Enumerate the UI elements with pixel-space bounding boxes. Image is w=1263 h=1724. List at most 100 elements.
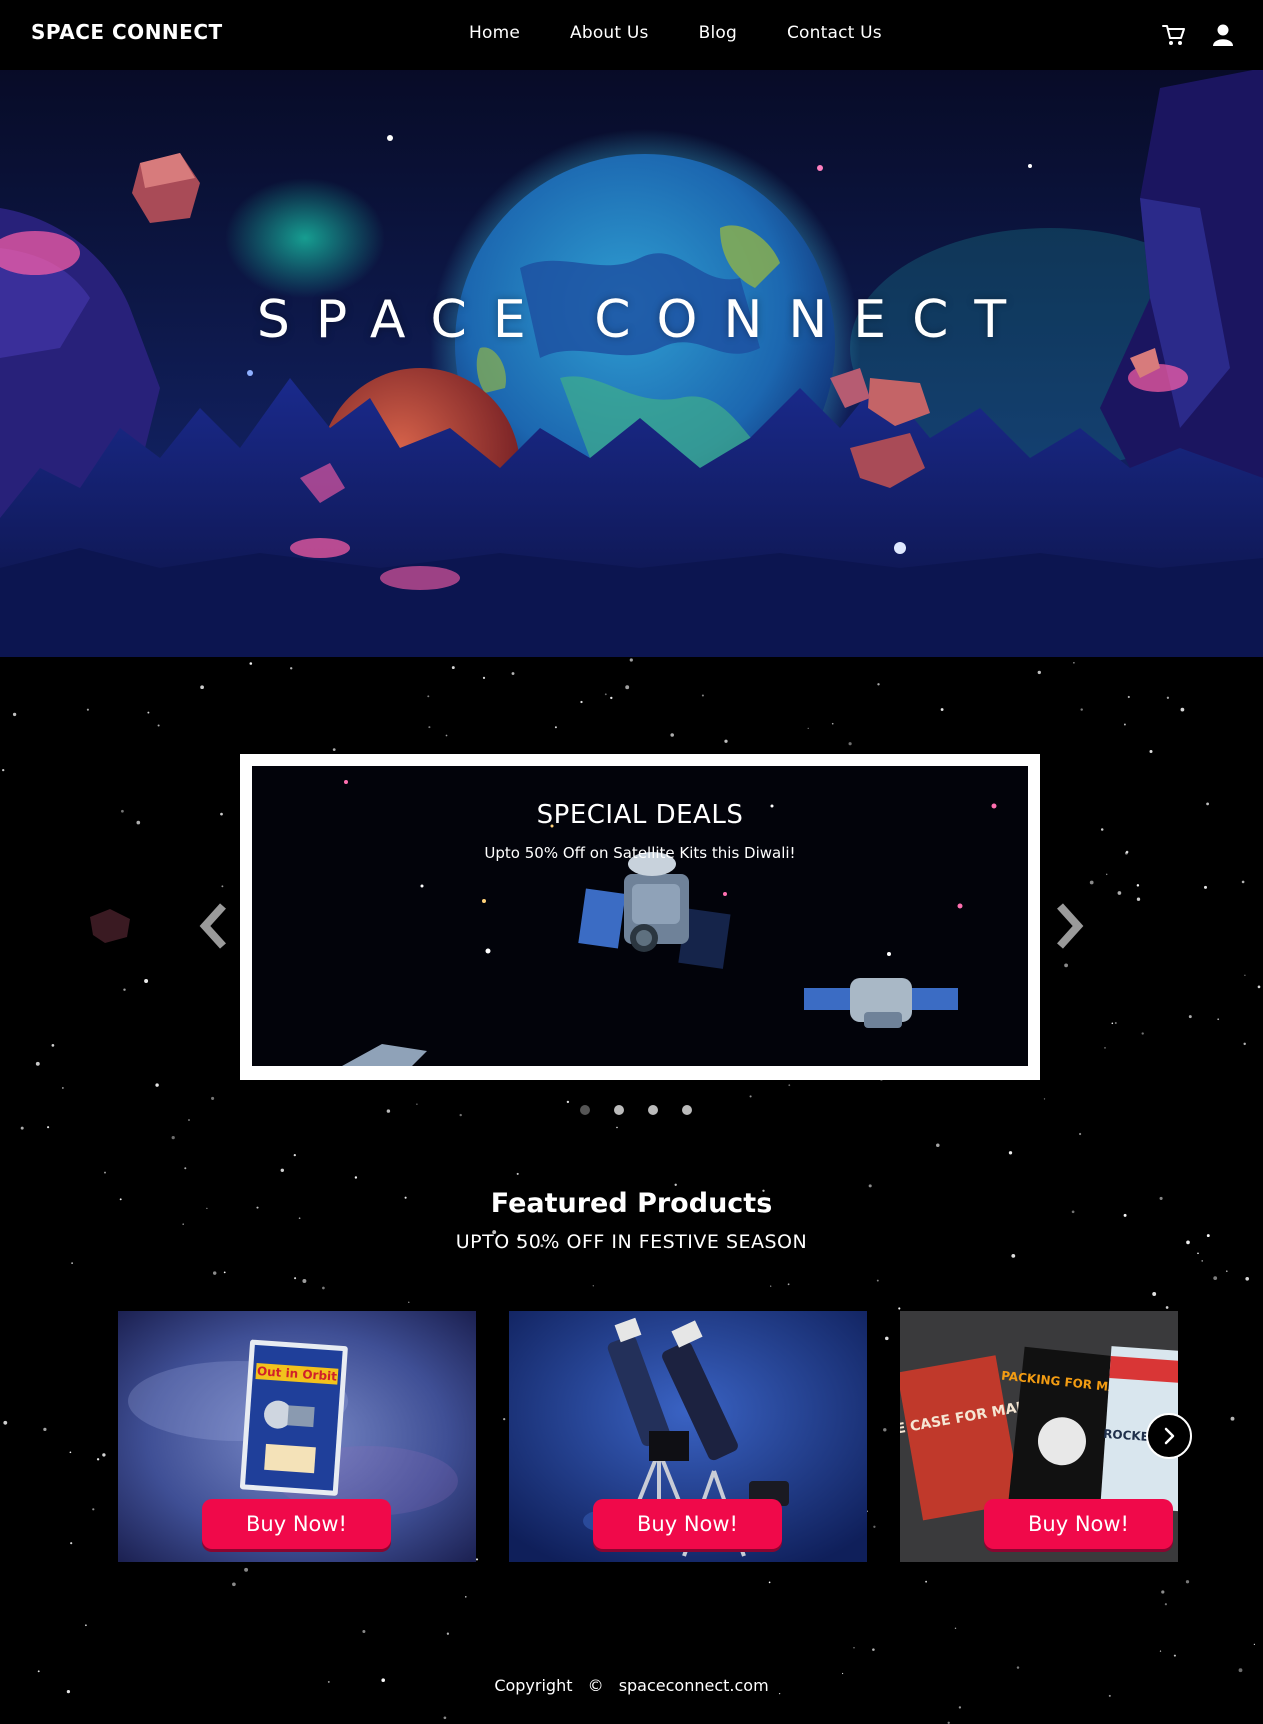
- carousel-prev-arrow[interactable]: [195, 900, 235, 952]
- star: [157, 724, 160, 727]
- buy-now-button-telescopes[interactable]: Buy Now!: [593, 1499, 782, 1549]
- brand-logo[interactable]: SPACE CONNECT: [31, 20, 223, 44]
- carousel-next-arrow[interactable]: [1048, 900, 1088, 952]
- hero-banner: SPACE CONNECT: [0, 48, 1263, 657]
- star: [853, 1647, 855, 1649]
- star: [43, 1427, 47, 1432]
- star: [482, 676, 486, 679]
- star: [877, 683, 880, 686]
- star: [1064, 963, 1068, 968]
- star: [516, 1172, 519, 1175]
- star: [244, 1567, 249, 1572]
- star: [1173, 1654, 1176, 1657]
- star: [220, 812, 223, 816]
- star: [580, 700, 583, 704]
- star: [670, 733, 674, 737]
- star: [1201, 1260, 1203, 1262]
- star: [749, 1095, 752, 1098]
- carousel-slide: SPECIAL DEALS Upto 50% Off on Satellite …: [252, 766, 1028, 1066]
- star: [249, 662, 253, 665]
- star: [1043, 1098, 1046, 1100]
- star: [221, 885, 224, 888]
- star: [451, 666, 455, 670]
- star: [144, 979, 149, 983]
- star: [1149, 749, 1153, 754]
- product-card-satellite-kit[interactable]: Out in Orbit Buy Now!: [118, 1311, 476, 1562]
- star: [1127, 695, 1130, 699]
- star: [47, 1126, 50, 1129]
- star: [1141, 1032, 1144, 1035]
- star: [1244, 974, 1246, 976]
- nav-link-about-us[interactable]: About Us: [570, 23, 649, 43]
- star: [1217, 1018, 1220, 1021]
- footer-domain-link[interactable]: spaceconnect.com: [619, 1676, 769, 1695]
- carousel-indicators: [580, 1105, 692, 1115]
- star: [1114, 1022, 1117, 1024]
- nav-link-contact-us[interactable]: Contact Us: [787, 23, 882, 43]
- star: [232, 1582, 236, 1587]
- star: [1230, 1416, 1235, 1421]
- star: [1011, 1253, 1016, 1258]
- star: [592, 1285, 594, 1287]
- product-carousel: Out in Orbit Buy Now! Buy Now! THE CASE …: [118, 1311, 1178, 1562]
- copyright-symbol: ©: [587, 1676, 604, 1695]
- star: [958, 1706, 962, 1709]
- footer: Copyright © spaceconnect.com: [0, 1676, 1263, 1695]
- star: [147, 711, 150, 714]
- nav-link-blog[interactable]: Blog: [699, 23, 737, 43]
- star: [354, 1176, 358, 1179]
- products-next-button[interactable]: [1146, 1413, 1192, 1459]
- star: [12, 712, 17, 717]
- star: [788, 1084, 791, 1087]
- nav-link-home[interactable]: Home: [469, 23, 520, 43]
- user-icon[interactable]: [1210, 22, 1236, 48]
- star: [408, 1301, 410, 1303]
- star: [1089, 880, 1094, 885]
- star: [443, 1716, 447, 1720]
- star: [898, 1307, 901, 1310]
- star: [807, 727, 809, 730]
- star: [842, 1672, 844, 1675]
- carousel-indicator-4[interactable]: [682, 1105, 692, 1115]
- star: [629, 658, 633, 662]
- star: [62, 1087, 64, 1089]
- star: [554, 726, 557, 729]
- star: [2, 768, 5, 772]
- star: [465, 1596, 467, 1598]
- star: [1079, 1132, 1082, 1136]
- star: [121, 809, 124, 813]
- star: [37, 1670, 40, 1673]
- hero-illustration: [0, 48, 1263, 657]
- buy-now-button-space-books[interactable]: Buy Now!: [984, 1499, 1173, 1549]
- star: [674, 1183, 677, 1186]
- star: [1008, 1151, 1013, 1155]
- star: [831, 722, 834, 725]
- star: [200, 685, 204, 690]
- carousel-indicator-3[interactable]: [648, 1105, 658, 1115]
- star: [701, 694, 704, 697]
- carousel-indicator-1[interactable]: [580, 1105, 590, 1115]
- top-navbar: SPACE CONNECT Home About Us Blog Contact…: [0, 0, 1263, 70]
- star: [416, 1103, 418, 1105]
- star: [954, 1627, 957, 1630]
- star: [1104, 1047, 1106, 1049]
- carousel-indicator-2[interactable]: [614, 1105, 624, 1115]
- cart-icon[interactable]: [1161, 22, 1187, 48]
- star: [1180, 707, 1185, 712]
- star: [770, 1285, 772, 1287]
- star: [71, 1262, 73, 1264]
- star: [1238, 1668, 1243, 1673]
- special-deals-carousel[interactable]: SPECIAL DEALS Upto 50% Off on Satellite …: [240, 754, 1040, 1080]
- buy-now-button-satellite-kit[interactable]: Buy Now!: [202, 1499, 391, 1549]
- star: [925, 1580, 927, 1583]
- product-card-space-books[interactable]: THE CASE FOR MARS PACKING FOR MARS ROCKE…: [900, 1311, 1178, 1562]
- copyright-label: Copyright: [494, 1676, 573, 1695]
- product-card-telescopes[interactable]: Buy Now!: [509, 1311, 867, 1562]
- star: [1117, 891, 1122, 895]
- star: [787, 1283, 790, 1286]
- nav-links: Home About Us Blog Contact Us: [469, 23, 932, 43]
- star: [1037, 670, 1041, 675]
- slide-title: SPECIAL DEALS: [536, 800, 744, 830]
- star: [322, 1286, 325, 1290]
- star: [511, 672, 515, 675]
